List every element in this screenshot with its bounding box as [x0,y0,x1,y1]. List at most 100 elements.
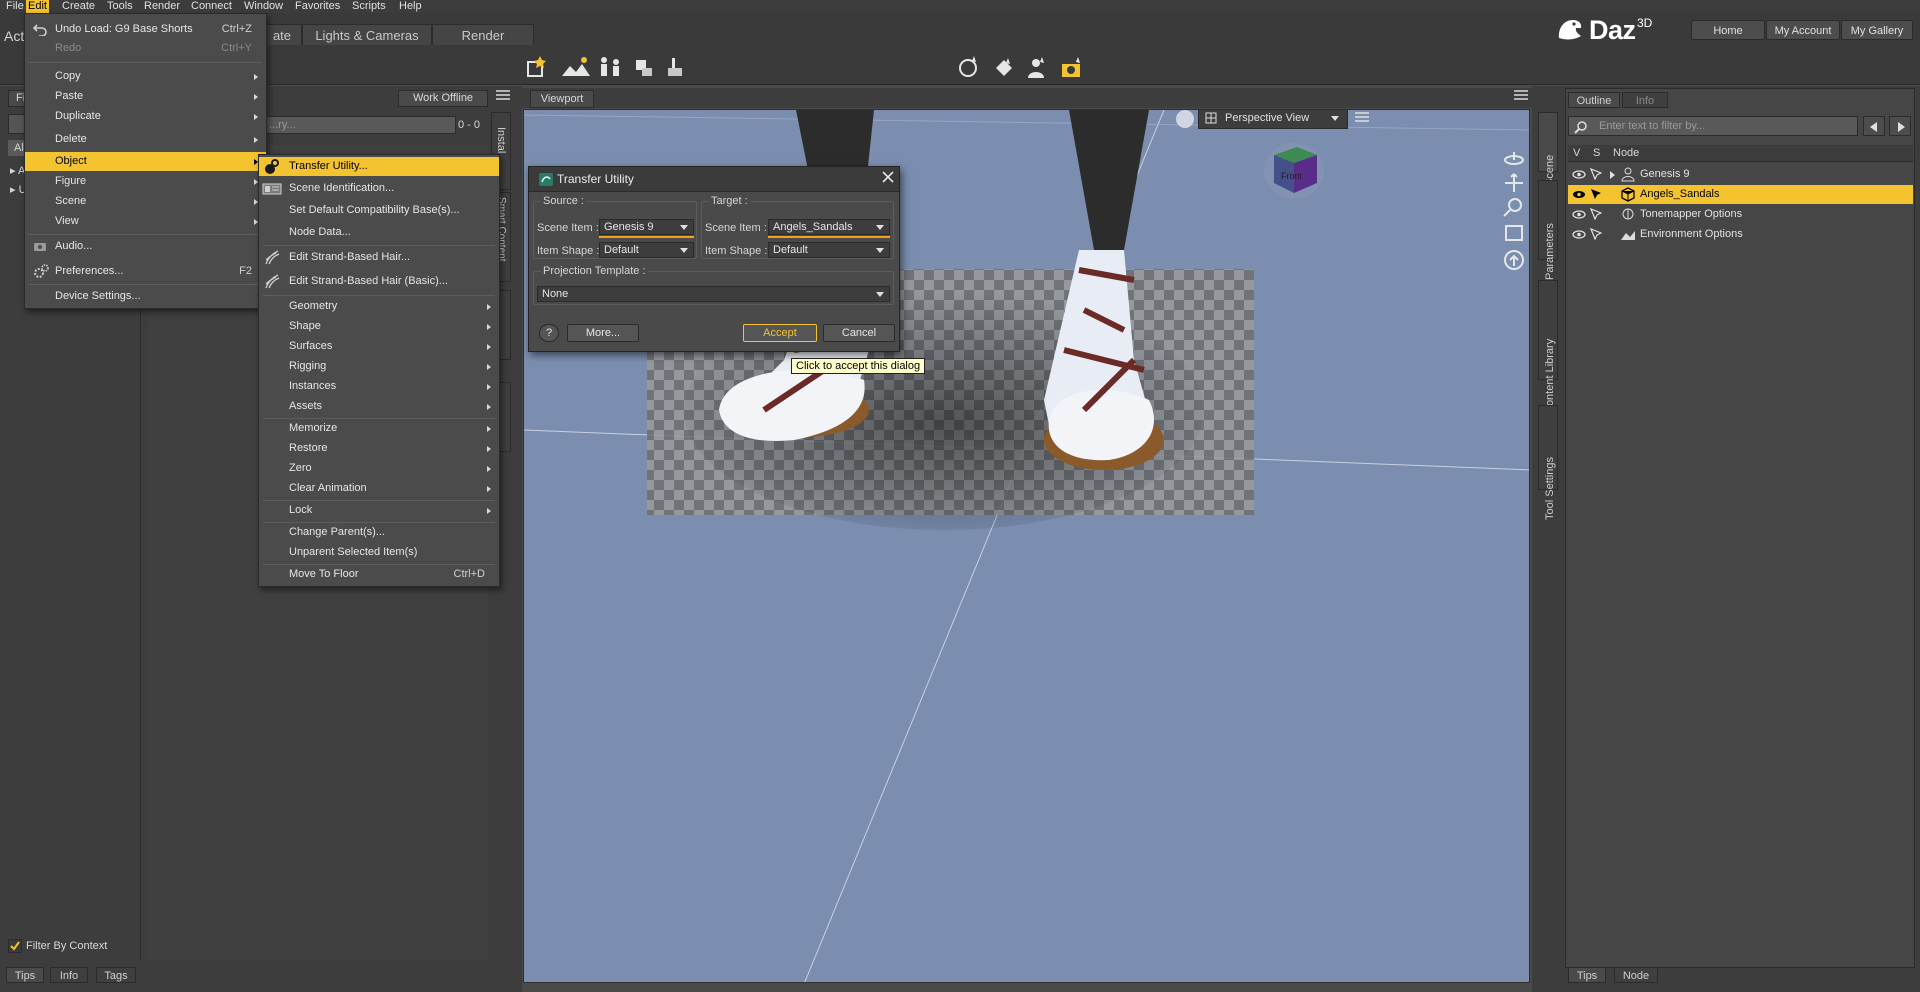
menu-item-rigging[interactable]: Rigging [259,357,499,376]
eye-icon[interactable] [1572,190,1586,199]
menu-item-memorize[interactable]: Memorize [259,419,499,438]
help-button[interactable]: ? [539,324,559,342]
outline-row-genesis9[interactable]: Genesis 9 [1568,165,1913,184]
close-icon[interactable] [881,170,895,184]
menu-item-copy[interactable]: Copy [25,67,266,86]
next-button[interactable] [1889,116,1911,136]
menu-window[interactable]: Window [242,0,285,13]
eye-icon[interactable] [1572,170,1586,179]
outline-filter-field[interactable]: Enter text to filter by... [1568,116,1858,136]
menu-scripts[interactable]: Scripts [350,0,388,13]
menu-item-redo[interactable]: Redo Ctrl+Y [25,39,266,58]
tab-viewport[interactable]: Viewport [530,90,594,108]
side-tab-content-library[interactable]: Content Library [1538,280,1558,414]
menu-item-edit-strand-hair[interactable]: Edit Strand-Based Hair... [259,248,499,267]
pointer-icon[interactable] [1590,168,1602,180]
menu-item-set-default-compatibility[interactable]: Set Default Compatibility Base(s)... [259,201,499,220]
menu-item-edit-strand-hair-basic[interactable]: Edit Strand-Based Hair (Basic)... [259,272,499,291]
viewport-sphere-icon[interactable] [1176,110,1194,128]
menu-item-audio[interactable]: Audio... [25,237,266,256]
left-panel-menu-icon[interactable] [496,89,510,101]
menu-item-delete[interactable]: Delete [25,130,266,149]
menu-render[interactable]: Render [142,0,182,13]
menu-item-zero[interactable]: Zero [259,459,499,478]
menu-item-restore[interactable]: Restore [259,439,499,458]
menu-tools[interactable]: Tools [105,0,135,13]
outline-row-angels-sandals[interactable]: Angels_Sandals [1568,185,1913,204]
menu-item-figure[interactable]: Figure [25,172,266,191]
menu-edit[interactable]: Edit [26,0,49,13]
view-cube[interactable]: Front [1259,135,1329,205]
eye-icon[interactable] [1572,230,1586,239]
outline-row-environment[interactable]: Environment Options [1568,225,1913,244]
pointer-icon[interactable] [1590,228,1602,240]
menu-item-preferences[interactable]: Preferences... F2 [25,262,266,281]
tab-info-left[interactable]: Info [50,967,88,983]
menu-item-object[interactable]: Object [25,152,266,171]
eye-icon[interactable] [1572,210,1586,219]
expand-icon[interactable] [1610,171,1615,179]
work-offline-button[interactable]: Work Offline [398,90,488,107]
pointer-icon[interactable] [1590,208,1602,220]
view-mode-select[interactable]: Perspective View [1198,110,1348,129]
menu-item-undo[interactable]: Undo Load: G9 Base Shorts Ctrl+Z [25,20,266,39]
target-scene-item-select[interactable]: Angels_Sandals [768,219,890,235]
pointer-icon[interactable] [1590,188,1602,200]
tab-tips-left[interactable]: Tips [6,967,44,983]
tab-animate-partial[interactable]: ate [262,24,302,45]
viewport-menu-icon[interactable] [1514,89,1528,101]
menu-item-scene[interactable]: Scene [25,192,266,211]
viewport-options-icon[interactable] [1354,110,1370,124]
menu-file[interactable]: File [4,0,26,13]
my-gallery-button[interactable]: My Gallery [1841,20,1913,40]
dialog-title-bar[interactable]: Transfer Utility [529,167,899,192]
menu-item-unparent[interactable]: Unparent Selected Item(s) [259,543,499,562]
content-filter-input[interactable]: ...ry... [262,116,456,134]
menu-item-geometry[interactable]: Geometry [259,297,499,316]
tab-info-right[interactable]: Info [1622,92,1668,108]
cancel-button[interactable]: Cancel [823,324,895,342]
column-node[interactable]: Node [1613,147,1639,159]
menu-item-paste[interactable]: Paste [25,87,266,106]
menu-favorites[interactable]: Favorites [293,0,342,13]
outline-row-tonemapper[interactable]: Tonemapper Options [1568,205,1913,224]
menu-item-transfer-utility[interactable]: Transfer Utility... [259,157,499,176]
prev-button[interactable] [1863,116,1885,136]
tab-node[interactable]: Node [1614,967,1658,983]
menu-item-surfaces[interactable]: Surfaces [259,337,499,356]
accept-button[interactable]: Accept [743,324,817,342]
nav-tool-icons[interactable] [1502,150,1526,280]
side-tab-scene[interactable]: Scene [1538,112,1558,186]
side-tab-tool-settings[interactable]: Tool Settings [1538,405,1558,520]
filter-by-context-checkbox[interactable] [8,939,22,953]
menu-item-change-parent[interactable]: Change Parent(s)... [259,523,499,542]
menu-item-clear-animation[interactable]: Clear Animation [259,479,499,498]
menu-connect[interactable]: Connect [189,0,234,13]
menu-item-instances[interactable]: Instances [259,377,499,396]
menu-item-move-to-floor[interactable]: Move To Floor Ctrl+D [259,565,499,584]
column-visible[interactable]: V [1573,147,1580,159]
menu-item-view[interactable]: View [25,212,266,231]
target-item-shape-select[interactable]: Default [768,242,890,258]
tab-render[interactable]: Render [432,24,534,45]
more-button[interactable]: More... [567,324,639,342]
column-selectable[interactable]: S [1593,147,1600,159]
menu-item-assets[interactable]: Assets [259,397,499,416]
menu-create[interactable]: Create [60,0,97,13]
menu-help[interactable]: Help [397,0,424,13]
menu-item-device-settings[interactable]: Device Settings... [25,287,266,306]
menu-item-node-data[interactable]: Node Data... [259,223,499,242]
tab-tips-right[interactable]: Tips [1568,967,1606,983]
home-button[interactable]: Home [1691,20,1765,40]
menu-item-lock[interactable]: Lock [259,501,499,520]
tab-outline[interactable]: Outline [1568,92,1620,108]
menu-item-duplicate[interactable]: Duplicate [25,107,266,126]
menu-item-shape[interactable]: Shape [259,317,499,336]
projection-template-select[interactable]: None [537,286,890,302]
source-scene-item-select[interactable]: Genesis 9 [599,219,694,235]
tab-lights-cameras[interactable]: Lights & Cameras [302,24,432,45]
tab-tags-left[interactable]: Tags [96,967,136,983]
menu-item-scene-identification[interactable]: Scene Identification... [259,179,499,198]
side-tab-parameters[interactable]: Parameters [1538,180,1558,280]
my-account-button[interactable]: My Account [1766,20,1840,40]
